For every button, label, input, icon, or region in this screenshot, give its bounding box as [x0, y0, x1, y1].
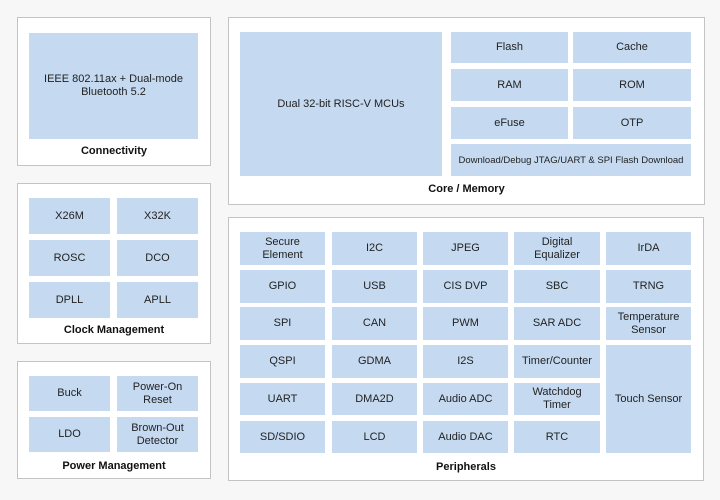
block-pwm: PWM	[423, 307, 508, 340]
block-sd-sdio: SD/SDIO	[240, 421, 325, 453]
block-otp: OTP	[573, 107, 691, 139]
block-lcd: LCD	[332, 421, 417, 453]
block-dpll: DPLL	[29, 282, 110, 318]
block-rosc: ROSC	[29, 240, 110, 276]
block-audio-adc: Audio ADC	[423, 383, 508, 415]
clock-management-title: Clock Management	[63, 324, 165, 336]
block-dma2d: DMA2D	[332, 383, 417, 415]
block-watchdog-timer: Watchdog Timer	[514, 383, 600, 415]
block-audio-dac: Audio DAC	[423, 421, 508, 453]
block-ldo: LDO	[29, 417, 110, 452]
peripherals-title: Peripherals	[436, 461, 496, 473]
block-x26m: X26M	[29, 198, 110, 234]
block-gpio: GPIO	[240, 270, 325, 303]
block-ram: RAM	[451, 69, 568, 101]
block-dco: DCO	[117, 240, 198, 276]
block-cache: Cache	[573, 32, 691, 63]
block-power-on-reset: Power-On Reset	[117, 376, 198, 411]
block-touch-sensor: Touch Sensor	[606, 345, 691, 453]
connectivity-title: Connectivity	[80, 145, 147, 157]
block-ieee-802-11ax-dual-mode-bluetooth-5-2: IEEE 802.11ax + Dual-mode Bluetooth 5.2	[29, 33, 198, 139]
block-gdma: GDMA	[332, 345, 417, 378]
block-trng: TRNG	[606, 270, 691, 303]
block-jpeg: JPEG	[423, 232, 508, 265]
block-cis-dvp: CIS DVP	[423, 270, 508, 303]
block-x32k: X32K	[117, 198, 198, 234]
block-i2c: I2C	[332, 232, 417, 265]
core-memory-title: Core / Memory	[428, 183, 505, 195]
block-flash: Flash	[451, 32, 568, 63]
block-qspi: QSPI	[240, 345, 325, 378]
block-secure-element: Secure Element	[240, 232, 325, 265]
block-buck: Buck	[29, 376, 110, 411]
block-efuse: eFuse	[451, 107, 568, 139]
block-spi: SPI	[240, 307, 325, 340]
block-rom: ROM	[573, 69, 691, 101]
block-digital-equalizer: Digital Equalizer	[514, 232, 600, 265]
power-management-title: Power Management	[62, 460, 166, 472]
block-sar-adc: SAR ADC	[514, 307, 600, 340]
block-download-debug-jtag-uart-spi-flash-download: Download/Debug JTAG/UART & SPI Flash Dow…	[451, 144, 691, 176]
block-irda: IrDA	[606, 232, 691, 265]
block-i2s: I2S	[423, 345, 508, 378]
block-usb: USB	[332, 270, 417, 303]
block-can: CAN	[332, 307, 417, 340]
block-dual-32-bit-risc-v-mcus: Dual 32-bit RISC-V MCUs	[240, 32, 442, 176]
block-sbc: SBC	[514, 270, 600, 303]
block-uart: UART	[240, 383, 325, 415]
block-apll: APLL	[117, 282, 198, 318]
block-brown-out-detector: Brown-Out Detector	[117, 417, 198, 452]
block-rtc: RTC	[514, 421, 600, 453]
block-temperature-sensor: Temperature Sensor	[606, 307, 691, 340]
block-timer-counter: Timer/Counter	[514, 345, 600, 378]
